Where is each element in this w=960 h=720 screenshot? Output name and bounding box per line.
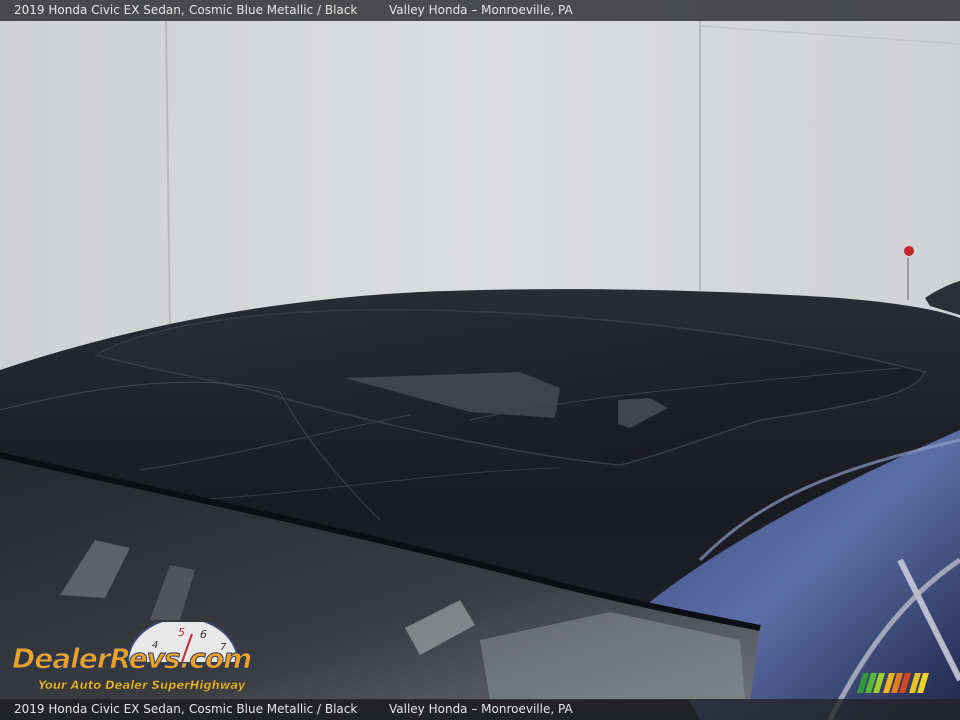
caption-color: Cosmic Blue Metallic / Black bbox=[189, 3, 358, 17]
watermark-brand: DealerRevs.com bbox=[11, 642, 252, 676]
svg-text:6: 6 bbox=[200, 628, 207, 641]
stripes-logo-icon bbox=[857, 673, 929, 693]
caption-color: Cosmic Blue Metallic / Black bbox=[189, 702, 358, 716]
caption-bar-bottom: 2019 Honda Civic EX Sedan, Cosmic Blue M… bbox=[0, 699, 960, 720]
caption-dealer: Valley Honda – Monroeville, PA bbox=[389, 702, 573, 716]
red-sign bbox=[904, 246, 914, 256]
caption-dealer: Valley Honda – Monroeville, PA bbox=[389, 3, 573, 17]
caption-bar-top: 2019 Honda Civic EX Sedan, Cosmic Blue M… bbox=[0, 0, 960, 21]
caption-model: 2019 Honda Civic EX Sedan, bbox=[14, 3, 185, 17]
car-roof-photo bbox=[0, 0, 960, 720]
dealerrevs-watermark: 4 5 6 7 DealerRevs.com Your Auto Dealer … bbox=[10, 622, 266, 696]
watermark-tagline: Your Auto Dealer SuperHighway bbox=[38, 678, 246, 692]
svg-text:5: 5 bbox=[178, 626, 185, 639]
caption-model: 2019 Honda Civic EX Sedan, bbox=[14, 702, 185, 716]
